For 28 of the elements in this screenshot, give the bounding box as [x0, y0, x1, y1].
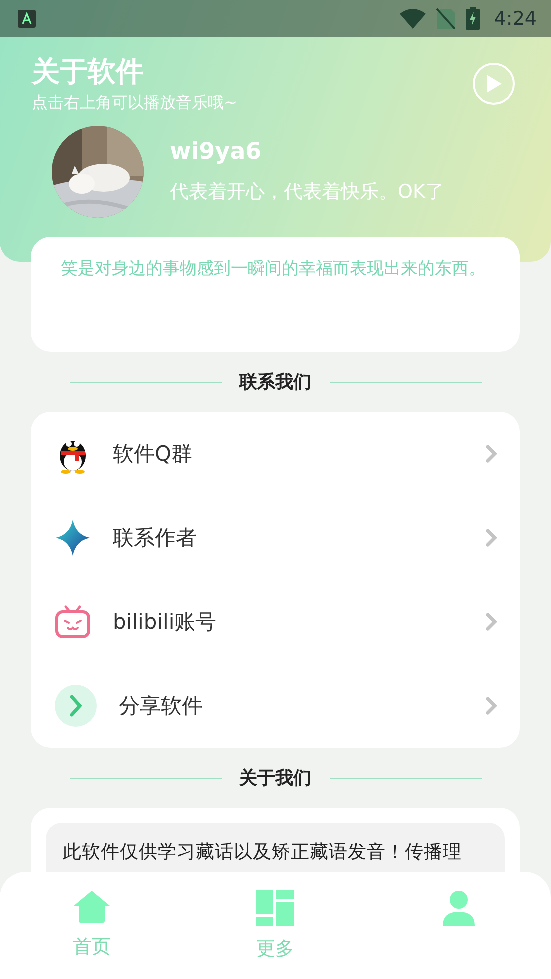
battery-icon	[466, 7, 480, 30]
user-name: wi9ya6	[170, 139, 263, 165]
person-icon	[441, 890, 478, 926]
contact-row[interactable]: 联系作者	[31, 496, 520, 580]
contact-row[interactable]: 软件Q群	[31, 412, 520, 496]
quote-card: 笑是对身边的事物感到一瞬间的幸福而表现出来的东西。	[31, 237, 520, 352]
contact-row[interactable]: bilibili账号	[31, 580, 520, 664]
no-sim-icon	[436, 8, 456, 30]
play-button[interactable]	[473, 62, 515, 104]
chevron-right-icon	[486, 445, 498, 463]
page-subtitle: 点击右上角可以播放音乐哦~	[32, 93, 238, 114]
chevron-right-icon	[486, 529, 498, 547]
keyboard-app-icon	[18, 10, 36, 28]
tv-icon	[55, 605, 91, 639]
chevron-circle-icon	[55, 685, 97, 727]
wifi-icon	[400, 8, 426, 28]
page-title: 关于软件	[32, 54, 145, 90]
grid-icon	[256, 890, 294, 926]
play-icon	[485, 74, 503, 94]
section-heading: 关于我们	[240, 767, 312, 790]
clock-time: 4:24	[494, 8, 537, 30]
user-motto: 代表着开心，代表着快乐。OK了	[170, 180, 444, 205]
section-heading: 联系我们	[240, 371, 312, 394]
chevron-right-icon	[486, 697, 498, 715]
contact-row[interactable]: 分享软件	[31, 664, 520, 748]
chevron-right-icon	[486, 613, 498, 631]
sparkle-icon	[55, 519, 91, 557]
home-icon	[72, 890, 111, 924]
